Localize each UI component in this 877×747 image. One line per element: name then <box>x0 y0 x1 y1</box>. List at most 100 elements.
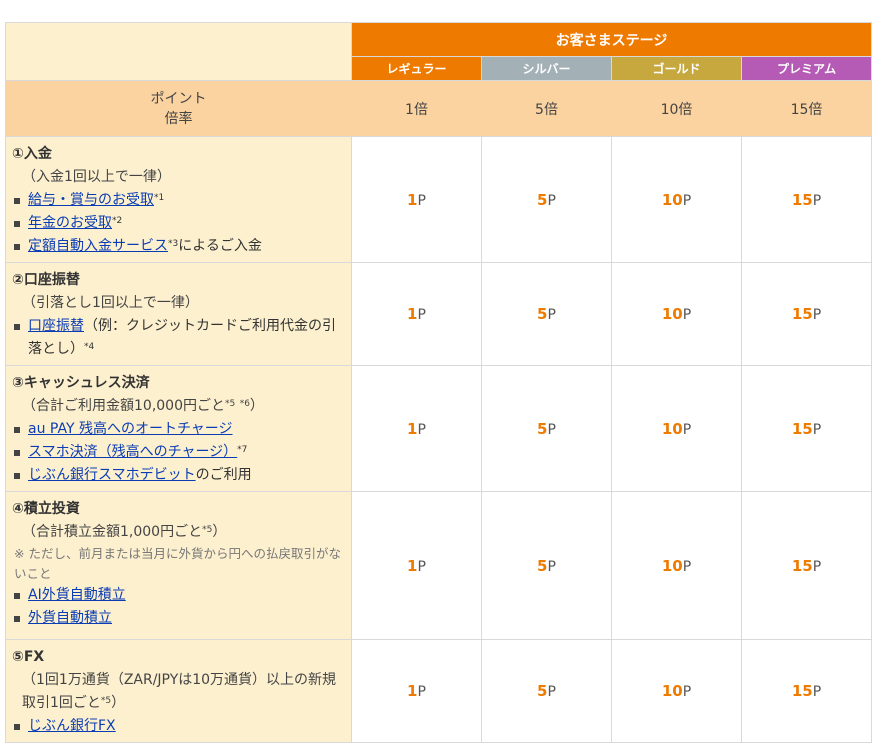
points-value: 5 <box>537 556 548 575</box>
category-deposit: ①入金 （入金1回以上で一律） 給与・賞与のお受取*1 年金のお受取*2 定額自… <box>5 136 352 263</box>
list-item: 口座振替（例：クレジットカードご利用代金の引落とし）*4 <box>12 315 345 361</box>
list-item: 定額自動入金サービス*3によるご入金 <box>12 235 345 258</box>
points-gold: 10P <box>611 262 742 366</box>
points-value: 15 <box>791 682 813 700</box>
points-unit: P <box>812 307 822 323</box>
points-unit: P <box>547 421 556 438</box>
points-value: 10 <box>661 556 683 575</box>
points-silver: 5P <box>481 491 612 640</box>
points-value: 1 <box>407 556 418 575</box>
footnote-mark: *5 <box>202 525 213 535</box>
footnote-mark: *6 <box>239 399 250 409</box>
salary-link[interactable]: 給与・賞与のお受取 <box>28 192 154 208</box>
tier-silver: シルバー <box>481 56 612 81</box>
points-value: 15 <box>791 190 813 209</box>
points-regular: 1P <box>351 365 482 492</box>
tier-premium: プレミアム <box>740 56 873 81</box>
table-row: ①入金 （入金1回以上で一律） 給与・賞与のお受取*1 年金のお受取*2 定額自… <box>5 136 873 263</box>
condition-close: ） <box>111 695 126 711</box>
points-unit: P <box>682 558 692 575</box>
table-row: ②口座振替 （引落とし1回以上で一律） 口座振替（例：クレジットカードご利用代金… <box>5 262 873 366</box>
direct-debit-link[interactable]: 口座振替 <box>28 318 84 334</box>
list-item: 外貨自動積立 <box>12 607 345 630</box>
points-unit: P <box>682 307 692 323</box>
ai-fx-accumulation-link[interactable]: AI外貨自動積立 <box>28 587 126 603</box>
list-item: じぶん銀行スマホデビットのご利用 <box>12 464 345 487</box>
points-value: 5 <box>537 682 548 700</box>
condition-text: （合計ご利用金額10,000円ごと <box>22 398 225 414</box>
points-silver: 5P <box>481 262 612 366</box>
points-unit: P <box>812 558 822 575</box>
points-value: 5 <box>537 419 548 438</box>
points-silver: 5P <box>481 365 612 492</box>
points-unit: P <box>682 421 692 438</box>
table-row: ④積立投資 （合計積立金額1,000円ごと*5） ※ ただし、前月または当月に外… <box>5 491 873 640</box>
points-premium: 15P <box>740 136 873 263</box>
au-pay-link[interactable]: au PAY 残高へのオートチャージ <box>28 421 233 437</box>
points-unit: P <box>812 421 822 438</box>
point-label-line2: 倍率 <box>164 110 193 127</box>
points-value: 10 <box>661 419 683 438</box>
auto-deposit-link[interactable]: 定額自動入金サービス <box>28 238 168 254</box>
category-condition: （合計積立金額1,000円ごと*5） <box>12 521 345 544</box>
category-condition: （入金1回以上で一律） <box>22 169 171 185</box>
table-row: ⑤FX （1回1万通貨（ZAR/JPYは10万通貨）以上の新規取引1回ごと*5）… <box>5 639 873 743</box>
points-unit: P <box>547 192 556 209</box>
rate-silver: 5倍 <box>481 80 612 137</box>
points-value: 5 <box>537 190 548 209</box>
category-cashless: ③キャッシュレス決済 （合計ご利用金額10,000円ごと*5 *6） au PA… <box>5 365 352 492</box>
points-unit: P <box>812 192 822 209</box>
points-regular: 1P <box>351 639 482 743</box>
fx-accumulation-link[interactable]: 外貨自動積立 <box>28 610 112 626</box>
bullet-icon <box>14 198 20 204</box>
points-premium: 15P <box>740 491 873 640</box>
bullet-icon <box>14 593 20 599</box>
category-condition: （1回1万通貨（ZAR/JPYは10万通貨）以上の新規取引1回ごと*5） <box>12 669 345 715</box>
points-value: 1 <box>407 419 418 438</box>
rate-premium: 15倍 <box>740 80 873 137</box>
points-gold: 10P <box>611 365 742 492</box>
points-value: 15 <box>791 305 813 323</box>
points-silver: 5P <box>481 639 612 743</box>
points-premium: 15P <box>740 639 873 743</box>
tier-regular: レギュラー <box>351 56 482 81</box>
category-fx: ⑤FX （1回1万通貨（ZAR/JPYは10万通貨）以上の新規取引1回ごと*5）… <box>5 639 352 743</box>
smartphone-payment-link[interactable]: スマホ決済（残高へのチャージ） <box>28 444 237 460</box>
bullet-icon <box>14 473 20 479</box>
points-gold: 10P <box>611 491 742 640</box>
points-premium: 15P <box>740 262 873 366</box>
pension-link[interactable]: 年金のお受取 <box>28 215 112 231</box>
points-unit: P <box>812 684 822 700</box>
rate-gold: 10倍 <box>611 80 742 137</box>
points-unit: P <box>417 307 426 323</box>
list-item: スマホ決済（残高へのチャージ）*7 <box>12 441 345 464</box>
footnote-mark: *4 <box>84 342 95 352</box>
list-item: 給与・賞与のお受取*1 <box>12 189 345 212</box>
condition-text: （合計積立金額1,000円ごと <box>22 524 203 540</box>
footnote-mark: *2 <box>112 216 123 226</box>
point-rate-table: お客さまステージ レギュラー シルバー ゴールド プレミアム ポイント 倍率 1… <box>5 22 873 743</box>
debit-link[interactable]: じぶん銀行スマホデビット <box>28 467 196 483</box>
points-unit: P <box>682 684 692 700</box>
footnote-mark: *1 <box>154 193 165 203</box>
bullet-icon <box>14 244 20 250</box>
points-unit: P <box>547 307 556 323</box>
stage-title: お客さまステージ <box>350 22 873 57</box>
points-unit: P <box>417 558 426 575</box>
point-label-line1: ポイント <box>150 90 207 107</box>
points-gold: 10P <box>611 639 742 743</box>
category-title: ④積立投資 <box>12 501 80 517</box>
tier-gold: ゴールド <box>611 56 742 81</box>
points-value: 5 <box>537 305 548 323</box>
points-value: 15 <box>791 556 813 575</box>
points-unit: P <box>547 558 556 575</box>
points-unit: P <box>417 192 426 209</box>
condition-text: （1回1万通貨（ZAR/JPYは10万通貨）以上の新規取引1回ごと <box>22 672 337 711</box>
jibun-fx-link[interactable]: じぶん銀行FX <box>28 718 116 734</box>
points-silver: 5P <box>481 136 612 263</box>
points-value: 15 <box>791 419 813 438</box>
point-rate-label: ポイント 倍率 <box>5 80 352 137</box>
points-regular: 1P <box>351 262 482 366</box>
category-title: ②口座振替 <box>12 272 80 288</box>
points-value: 1 <box>407 305 418 323</box>
